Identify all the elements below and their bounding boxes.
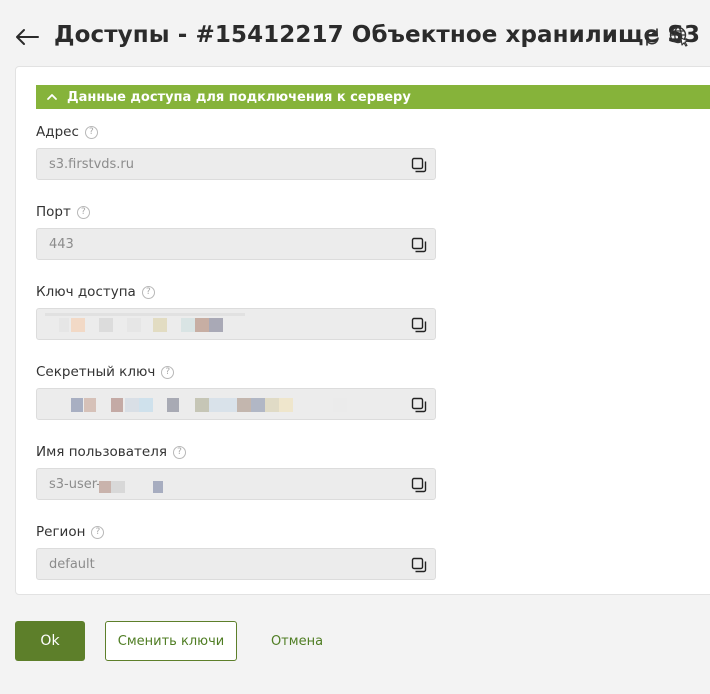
copy-icon[interactable] [411,317,427,333]
field-label-region: Регион ? [36,524,105,540]
label-text: Имя пользователя [36,444,167,460]
arrow-left-icon[interactable] [14,26,40,48]
page-title: Доступы - #15412217 Объектное хранилище … [54,22,701,48]
copy-icon[interactable] [411,237,427,253]
ok-button[interactable]: Ok [15,621,85,661]
field-label-secret-key: Секретный ключ ? [36,364,175,380]
help-icon[interactable]: ? [172,445,186,459]
field-label-address: Адрес ? [36,124,98,140]
copy-icon[interactable] [411,557,427,573]
username-field[interactable]: s3-user- [36,468,436,500]
field-label-access-key: Ключ доступа ? [36,284,155,300]
address-field[interactable]: s3.firstvds.ru [36,148,436,180]
access-key-field[interactable] [36,308,436,340]
copy-icon[interactable] [411,397,427,413]
field-label-port: Порт ? [36,204,90,220]
address-value: s3.firstvds.ru [49,157,135,172]
label-text: Секретный ключ [36,364,156,380]
page-header: Доступы - #15412217 Объектное хранилище … [0,18,710,58]
chevron-up-icon [47,94,57,100]
section-title: Данные доступа для подключения к серверу [67,89,411,105]
section-header-server-access[interactable]: Данные доступа для подключения к серверу [36,85,710,109]
copy-icon[interactable] [411,477,427,493]
help-icon[interactable]: ? [161,365,175,379]
region-field[interactable]: default [36,548,436,580]
port-field[interactable]: 443 [36,228,436,260]
copy-icon[interactable] [411,157,427,173]
help-icon[interactable]: ? [76,205,90,219]
help-icon[interactable]: ? [91,525,105,539]
field-label-username: Имя пользователя ? [36,444,186,460]
label-text: Ключ доступа [36,284,136,300]
label-text: Регион [36,524,86,540]
port-value: 443 [49,237,74,252]
refresh-icon[interactable] [642,27,662,47]
username-value: s3-user- [49,477,101,492]
label-text: Порт [36,204,71,220]
change-keys-button[interactable]: Сменить ключи [105,621,237,661]
region-value: default [49,557,95,572]
help-icon[interactable]: ? [141,285,155,299]
help-icon[interactable]: ? [84,125,98,139]
label-text: Адрес [36,124,79,140]
globe-link-icon[interactable] [669,26,690,47]
cancel-button[interactable]: Отмена [258,621,336,661]
secret-key-field[interactable] [36,388,436,420]
